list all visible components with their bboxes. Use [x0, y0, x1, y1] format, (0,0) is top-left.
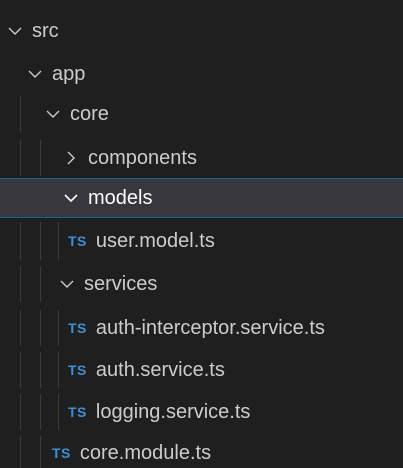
indent-guide — [20, 352, 21, 388]
indent-guide — [58, 310, 59, 346]
tree-item-label: user.model.ts — [95, 230, 215, 252]
indent-guide — [40, 140, 41, 176]
typescript-file-icon: TS — [68, 233, 87, 249]
chevron-down-icon — [62, 189, 80, 207]
tree-item-label: core — [70, 103, 109, 125]
indent-guide — [20, 310, 21, 346]
tree-folder-app[interactable]: app — [0, 56, 403, 92]
tree-item-label: models — [88, 187, 153, 209]
tree-item-label: logging.service.ts — [95, 401, 251, 423]
indent-guide — [20, 394, 21, 430]
indent-guide — [58, 222, 59, 260]
typescript-file-icon: TS — [68, 320, 87, 336]
chevron-down-icon — [44, 105, 62, 123]
tree-file-auth-interceptor-service[interactable]: TS auth-interceptor.service.ts — [0, 310, 403, 346]
indent-guide — [40, 266, 41, 302]
indent-guide — [20, 436, 21, 468]
indent-guide — [20, 96, 21, 132]
tree-item-label: auth.service.ts — [95, 359, 225, 381]
typescript-file-icon: TS — [68, 362, 87, 378]
tree-file-logging-service[interactable]: TS logging.service.ts — [0, 394, 403, 430]
tree-item-label: app — [52, 63, 86, 85]
tree-folder-services[interactable]: services — [0, 266, 403, 302]
indent-guide — [20, 222, 21, 260]
tree-file-auth-service[interactable]: TS auth.service.ts — [0, 352, 403, 388]
chevron-down-icon — [58, 275, 76, 293]
indent-guide — [20, 266, 21, 302]
indent-guide — [58, 352, 59, 388]
chevron-down-icon — [6, 22, 24, 40]
indent-guide — [40, 352, 41, 388]
tree-file-user-model[interactable]: TS user.model.ts — [0, 222, 403, 260]
indent-guide — [40, 436, 41, 468]
tree-file-core-module[interactable]: TS core.module.ts — [0, 436, 403, 468]
file-explorer-tree: src app core components models TS user.m… — [0, 0, 403, 468]
indent-guide — [40, 394, 41, 430]
typescript-file-icon: TS — [68, 404, 87, 420]
tree-folder-src[interactable]: src — [0, 14, 403, 48]
tree-item-label: src — [32, 20, 59, 42]
tree-folder-components[interactable]: components — [0, 140, 403, 176]
tree-item-label: components — [88, 147, 197, 169]
tree-item-label: services — [84, 273, 158, 295]
indent-guide — [40, 222, 41, 260]
tree-folder-models[interactable]: models — [0, 178, 403, 218]
indent-guide — [20, 140, 21, 176]
chevron-down-icon — [26, 65, 44, 83]
indent-guide — [58, 394, 59, 430]
chevron-right-icon — [62, 149, 80, 167]
tree-item-label: core.module.ts — [79, 442, 212, 464]
indent-guide — [40, 310, 41, 346]
tree-folder-core[interactable]: core — [0, 96, 403, 132]
tree-item-label: auth-interceptor.service.ts — [95, 317, 325, 339]
typescript-file-icon: TS — [52, 445, 71, 461]
